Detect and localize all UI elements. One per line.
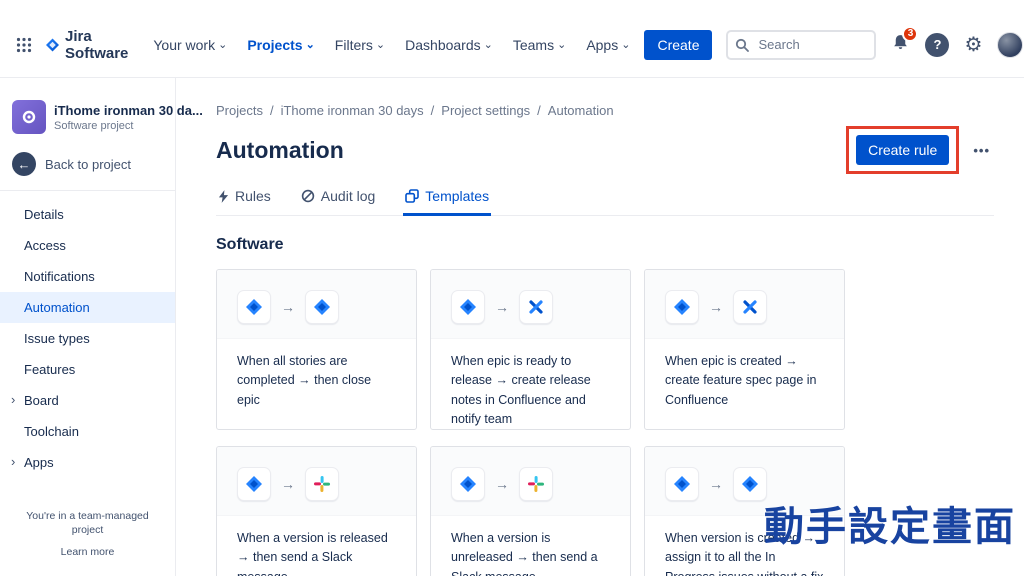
learn-more-link[interactable]: Learn more bbox=[61, 546, 115, 558]
project-sidebar: iThome ironman 30 da... Software project… bbox=[0, 78, 203, 576]
chevron-down-icon bbox=[218, 37, 227, 53]
tab-templates[interactable]: Templates bbox=[403, 188, 492, 216]
team-managed-note: You're in a team-managed project bbox=[26, 509, 149, 537]
jira-logo[interactable]: Jira Software bbox=[46, 28, 133, 62]
breadcrumb-project[interactable]: iThome ironman 30 days bbox=[281, 103, 424, 118]
jira-diamond-icon bbox=[46, 37, 60, 52]
template-description: When epic is created → create feature sp… bbox=[665, 354, 817, 407]
user-avatar[interactable] bbox=[997, 31, 1024, 58]
sidebar-item-toolchain[interactable]: Toolchain bbox=[0, 416, 175, 447]
breadcrumb-separator bbox=[270, 103, 274, 118]
sidebar-item-board[interactable]: Board bbox=[0, 385, 175, 416]
settings-nav: Details Access Notifications Automation … bbox=[0, 199, 175, 478]
nav-teams[interactable]: Teams bbox=[513, 37, 566, 53]
settings-gear-icon[interactable] bbox=[964, 35, 982, 55]
notification-badge: 3 bbox=[902, 25, 919, 42]
nav-filters[interactable]: Filters bbox=[335, 37, 385, 53]
project-header: iThome ironman 30 da... Software project bbox=[0, 100, 203, 134]
nav-projects[interactable]: Projects bbox=[247, 37, 314, 53]
jira-software-icon bbox=[237, 467, 271, 501]
template-description: When version is created → assign it to a… bbox=[665, 531, 823, 576]
sidebar-item-notifications[interactable]: Notifications bbox=[0, 261, 175, 292]
app-switcher-icon[interactable] bbox=[16, 31, 32, 59]
confluence-icon bbox=[519, 290, 553, 324]
arrow-right-icon bbox=[495, 299, 509, 315]
annotation-highlight-box: Create rule bbox=[846, 126, 960, 174]
slashed-circle-icon bbox=[301, 189, 314, 203]
template-grid: When all stories are completed → then cl… bbox=[216, 269, 994, 576]
lightning-icon bbox=[218, 189, 229, 203]
back-arrow-icon bbox=[12, 152, 36, 176]
search-box bbox=[726, 29, 877, 60]
tab-rules[interactable]: Rules bbox=[216, 188, 273, 216]
template-card-version-created-assign[interactable]: When version is created → assign it to a… bbox=[644, 446, 845, 576]
top-navigation: Jira Software Your work Projects Filters… bbox=[0, 0, 1024, 78]
template-card-feature-spec[interactable]: When epic is created → create feature sp… bbox=[644, 269, 845, 430]
jira-app: Jira Software Your work Projects Filters… bbox=[0, 0, 1024, 576]
section-title: Software bbox=[216, 236, 284, 253]
tab-audit-log[interactable]: Audit log bbox=[299, 188, 377, 216]
template-description: When epic is ready to release → create r… bbox=[451, 354, 591, 427]
arrow-right-icon bbox=[495, 476, 509, 492]
sidebar-footer: You're in a team-managed project Learn m… bbox=[0, 499, 175, 576]
back-to-project-button[interactable]: Back to project bbox=[12, 152, 163, 176]
template-card-version-released-slack[interactable]: When a version is released → then send a… bbox=[216, 446, 417, 576]
nav-your-work[interactable]: Your work bbox=[153, 37, 227, 53]
jira-software-icon bbox=[451, 467, 485, 501]
breadcrumb-projects[interactable]: Projects bbox=[216, 103, 263, 118]
template-description: When a version is released → then send a… bbox=[237, 531, 388, 576]
nav-apps[interactable]: Apps bbox=[586, 37, 630, 53]
jira-software-icon bbox=[237, 290, 271, 324]
sidebar-item-features[interactable]: Features bbox=[0, 354, 175, 385]
main-content: Projects iThome ironman 30 days Project … bbox=[176, 78, 1024, 576]
template-card-release-notes[interactable]: When epic is ready to release → create r… bbox=[430, 269, 631, 430]
slack-icon bbox=[519, 467, 553, 501]
templates-icon bbox=[405, 189, 420, 203]
confluence-icon bbox=[733, 290, 767, 324]
automation-tabs: Rules Audit log Templates bbox=[216, 188, 994, 216]
chevron-down-icon bbox=[376, 37, 385, 53]
jira-software-icon bbox=[665, 467, 699, 501]
arrow-right-icon bbox=[709, 476, 723, 492]
sidebar-item-details[interactable]: Details bbox=[0, 199, 175, 230]
template-card-close-epic[interactable]: When all stories are completed → then cl… bbox=[216, 269, 417, 430]
slack-icon bbox=[305, 467, 339, 501]
arrow-right-icon bbox=[281, 476, 295, 492]
jira-software-icon bbox=[665, 290, 699, 324]
logo-text: Jira Software bbox=[65, 27, 129, 62]
project-avatar bbox=[12, 100, 46, 134]
jira-software-icon bbox=[451, 290, 485, 324]
more-actions-button[interactable]: ••• bbox=[969, 137, 994, 164]
page-title: Automation bbox=[216, 136, 344, 163]
template-card-version-unreleased-slack[interactable]: When a version is unreleased → then send… bbox=[430, 446, 631, 576]
chevron-down-icon bbox=[557, 37, 566, 53]
nav-right-cluster: 3 ? bbox=[726, 25, 1024, 60]
template-description: When all stories are completed → then cl… bbox=[237, 354, 372, 407]
arrow-right-icon bbox=[281, 299, 295, 315]
breadcrumb-separator bbox=[431, 103, 435, 118]
nav-dashboards[interactable]: Dashboards bbox=[405, 37, 493, 53]
notifications-bell-icon[interactable]: 3 bbox=[891, 25, 919, 57]
main-menu: Your work Projects Filters Dashboards Te… bbox=[153, 37, 630, 53]
breadcrumb-project-settings[interactable]: Project settings bbox=[441, 103, 530, 118]
sidebar-item-automation[interactable]: Automation bbox=[0, 292, 175, 323]
jira-software-icon bbox=[305, 290, 339, 324]
jira-software-icon bbox=[733, 467, 767, 501]
chevron-down-icon bbox=[484, 37, 493, 53]
sidebar-item-apps[interactable]: Apps bbox=[0, 447, 175, 478]
arrow-right-icon bbox=[709, 299, 723, 315]
help-icon[interactable]: ? bbox=[925, 32, 950, 57]
create-button[interactable]: Create bbox=[644, 29, 713, 60]
breadcrumb-automation[interactable]: Automation bbox=[548, 103, 614, 118]
breadcrumb-separator bbox=[537, 103, 541, 118]
chevron-down-icon bbox=[306, 37, 315, 53]
sidebar-divider bbox=[0, 190, 175, 191]
create-rule-button[interactable]: Create rule bbox=[856, 135, 950, 165]
chevron-down-icon bbox=[621, 37, 630, 53]
sidebar-item-access[interactable]: Access bbox=[0, 230, 175, 261]
template-description: When a version is unreleased → then send… bbox=[451, 531, 598, 576]
search-icon bbox=[735, 38, 750, 57]
sidebar-item-issue-types[interactable]: Issue types bbox=[0, 323, 175, 354]
breadcrumb: Projects iThome ironman 30 days Project … bbox=[216, 103, 994, 118]
